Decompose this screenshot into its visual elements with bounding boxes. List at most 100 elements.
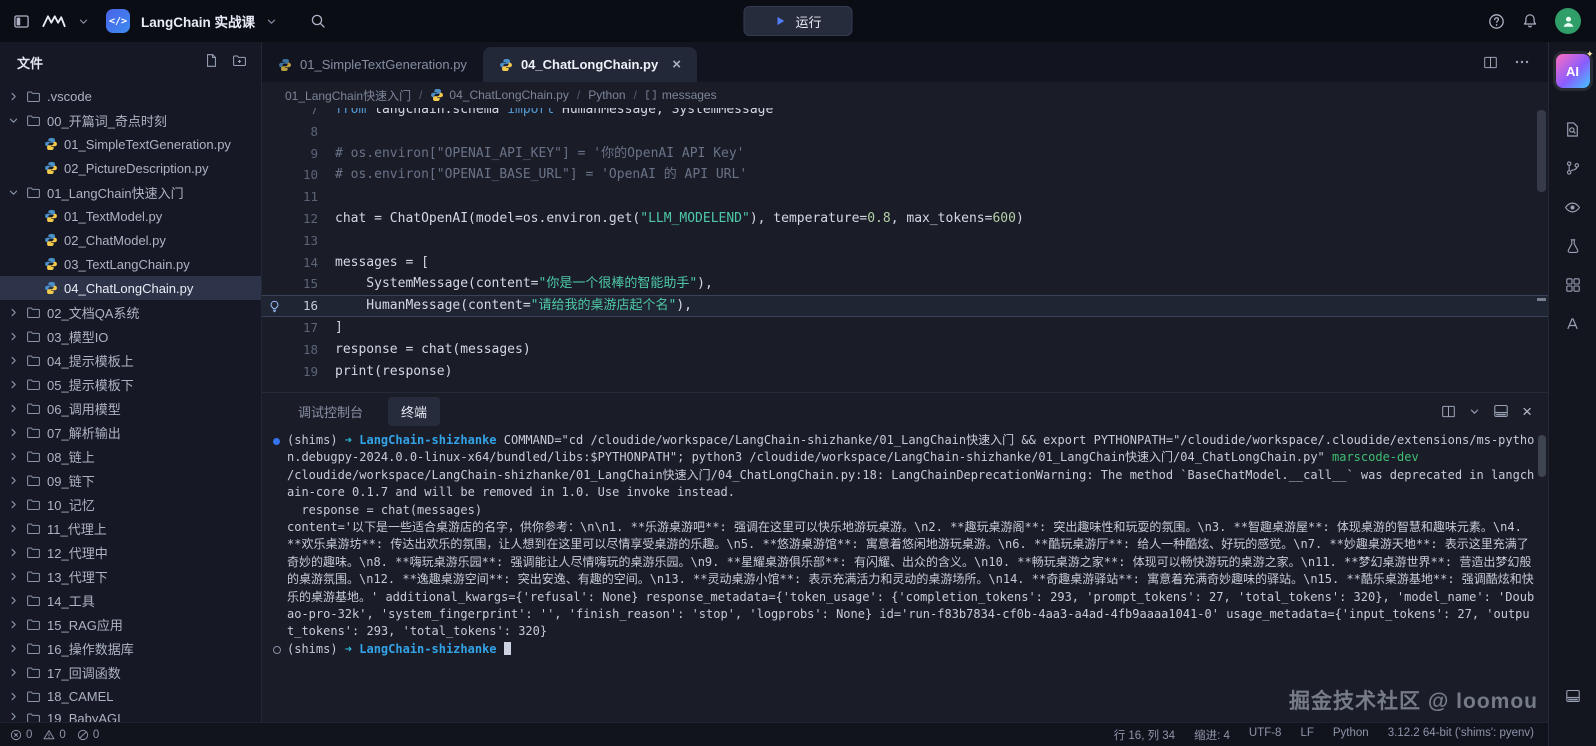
tree-folder-item[interactable]: 19_BabyAGI xyxy=(0,708,261,722)
tree-folder-item[interactable]: 04_提示模板上 xyxy=(0,348,261,372)
tree-file-item[interactable]: 02_PictureDescription.py xyxy=(0,156,261,180)
line-number[interactable]: 17 xyxy=(286,317,318,339)
user-avatar[interactable] xyxy=(1555,8,1581,34)
line-number[interactable]: 15 xyxy=(286,273,318,295)
bell-icon[interactable] xyxy=(1522,13,1538,29)
breadcrumb-item[interactable]: 04_ChatLongChain.py xyxy=(430,88,568,102)
logo-chevron-down-icon[interactable] xyxy=(78,16,89,27)
tree-folder-item[interactable]: 16_操作数据库 xyxy=(0,636,261,660)
tree-folder-item[interactable]: 00_开篇词_奇点时刻 xyxy=(0,108,261,132)
new-file-icon[interactable] xyxy=(204,53,219,71)
editor-scrollbar-thumb[interactable] xyxy=(1537,110,1546,192)
marscode-logo-icon[interactable] xyxy=(41,13,67,29)
bottom-panel-icon[interactable] xyxy=(1556,679,1590,713)
line-number[interactable]: 12 xyxy=(286,208,318,230)
panel-tab[interactable]: 调试控制台 xyxy=(285,397,376,426)
ai-assistant-button[interactable]: AI xyxy=(1556,54,1590,88)
line-number[interactable]: 14 xyxy=(286,252,318,274)
breadcrumb-item[interactable]: messages xyxy=(645,88,717,102)
code-line[interactable]: 11 xyxy=(262,186,1548,208)
tree-folder-item[interactable]: 14_工具 xyxy=(0,588,261,612)
tree-folder-item[interactable]: 05_提示模板下 xyxy=(0,372,261,396)
tree-folder-item[interactable]: 12_代理中 xyxy=(0,540,261,564)
breadcrumb-item[interactable]: Python xyxy=(588,88,625,102)
panel-close-icon[interactable]: × xyxy=(1522,403,1532,420)
tree-file-item[interactable]: 01_TextModel.py xyxy=(0,204,261,228)
line-number[interactable]: 11 xyxy=(286,186,318,208)
tree-folder-item[interactable]: 17_回调函数 xyxy=(0,660,261,684)
editor-tab[interactable]: 04_ChatLongChain.py× xyxy=(483,47,697,82)
typography-icon[interactable] xyxy=(1556,307,1590,341)
status-item[interactable]: 缩进: 4 xyxy=(1194,727,1230,743)
search-icon[interactable] xyxy=(310,13,326,29)
source-control-icon[interactable] xyxy=(1556,151,1590,185)
line-number[interactable]: 10 xyxy=(286,164,318,186)
tree-folder-item[interactable]: 06_调用模型 xyxy=(0,396,261,420)
code-line[interactable]: 9# os.environ["OPENAI_API_KEY"] = '你的Ope… xyxy=(262,143,1548,165)
tree-file-item[interactable]: 03_TextLangChain.py xyxy=(0,252,261,276)
line-number[interactable]: 13 xyxy=(286,230,318,252)
tree-folder-item[interactable]: 13_代理下 xyxy=(0,564,261,588)
code-search-icon[interactable] xyxy=(1556,112,1590,146)
code-line[interactable]: 15 SystemMessage(content="你是一个很棒的智能助手"), xyxy=(262,273,1548,295)
tree-file-item[interactable]: 01_SimpleTextGeneration.py xyxy=(0,132,261,156)
tree-folder-item[interactable]: 08_链上 xyxy=(0,444,261,468)
editor-scrollbar[interactable] xyxy=(1537,110,1546,392)
tree-folder-item[interactable]: 09_链下 xyxy=(0,468,261,492)
tree-folder-item[interactable]: 11_代理上 xyxy=(0,516,261,540)
test-flask-icon[interactable] xyxy=(1556,229,1590,263)
status-blocked-count[interactable]: 0 xyxy=(77,729,99,741)
new-folder-icon[interactable] xyxy=(232,53,247,71)
run-button[interactable]: 运行 xyxy=(743,6,852,36)
code-line[interactable]: 8 xyxy=(262,121,1548,143)
terminal[interactable]: (shims) ➜ LangChain-shizhanke COMMAND="c… xyxy=(262,429,1548,722)
code-line[interactable]: 17] xyxy=(262,317,1548,339)
code-line[interactable]: 10# os.environ["OPENAI_BASE_URL"] = 'Ope… xyxy=(262,164,1548,186)
tree-folder-item[interactable]: 01_LangChain快速入门 xyxy=(0,180,261,204)
tree-file-item[interactable]: 04_ChatLongChain.py xyxy=(0,276,261,300)
code-editor[interactable]: 7from langchain.schema import HumanMessa… xyxy=(262,108,1548,392)
terminal-scrollbar-thumb[interactable] xyxy=(1538,435,1546,477)
line-number[interactable]: 19 xyxy=(286,361,318,383)
code-line[interactable]: 18response = chat(messages) xyxy=(262,339,1548,361)
tree-folder-item[interactable]: 02_文档QA系统 xyxy=(0,300,261,324)
status-warning-count[interactable]: 0 xyxy=(43,729,65,741)
status-item[interactable]: 3.12.2 64-bit ('shims': pyenv) xyxy=(1388,727,1534,743)
panel-layout-icon[interactable] xyxy=(1493,403,1509,419)
code-line[interactable]: 12chat = ChatOpenAI(model=os.environ.get… xyxy=(262,208,1548,230)
more-actions-icon[interactable] xyxy=(1514,54,1530,70)
tree-folder-item[interactable]: 03_模型IO xyxy=(0,324,261,348)
code-line[interactable]: 13 xyxy=(262,230,1548,252)
editor-tab[interactable]: 01_SimpleTextGeneration.py xyxy=(262,47,483,82)
tree-folder-item[interactable]: .vscode xyxy=(0,84,261,108)
code-line[interactable]: 7from langchain.schema import HumanMessa… xyxy=(262,108,1548,121)
line-number[interactable]: 9 xyxy=(286,143,318,165)
status-item[interactable]: UTF-8 xyxy=(1249,727,1282,743)
tree-folder-item[interactable]: 18_CAMEL xyxy=(0,684,261,708)
project-name[interactable]: LangChain 实战课 xyxy=(141,11,255,31)
line-number[interactable]: 8 xyxy=(286,121,318,143)
status-item[interactable]: 行 16, 列 34 xyxy=(1114,727,1175,743)
tree-folder-item[interactable]: 07_解析输出 xyxy=(0,420,261,444)
tab-close-icon[interactable]: × xyxy=(672,57,681,72)
code-line[interactable]: 19print(response) xyxy=(262,361,1548,383)
help-icon[interactable] xyxy=(1488,13,1505,30)
tree-folder-item[interactable]: 10_记忆 xyxy=(0,492,261,516)
line-number[interactable]: 18 xyxy=(286,339,318,361)
status-item[interactable]: LF xyxy=(1300,727,1313,743)
breadcrumb-item[interactable]: 01_LangChain快速入门 xyxy=(285,87,411,104)
line-number[interactable]: 16 xyxy=(286,295,318,317)
tree-folder-item[interactable]: 15_RAG应用 xyxy=(0,612,261,636)
terminal-chevron-down-icon[interactable] xyxy=(1469,406,1480,417)
status-item[interactable]: Python xyxy=(1333,727,1369,743)
preview-eye-icon[interactable] xyxy=(1556,190,1590,224)
sidebar-toggle-icon[interactable] xyxy=(13,13,30,30)
split-terminal-icon[interactable] xyxy=(1441,404,1456,419)
panel-tab[interactable]: 终端 xyxy=(388,397,440,426)
status-error-count[interactable]: 0 xyxy=(10,729,32,741)
extensions-grid-icon[interactable] xyxy=(1556,268,1590,302)
project-chevron-down-icon[interactable] xyxy=(266,16,277,27)
lightbulb-icon[interactable] xyxy=(262,295,286,317)
code-line[interactable]: 16 HumanMessage(content="请给我的桌游店起个名"), xyxy=(262,295,1548,317)
tree-file-item[interactable]: 02_ChatModel.py xyxy=(0,228,261,252)
